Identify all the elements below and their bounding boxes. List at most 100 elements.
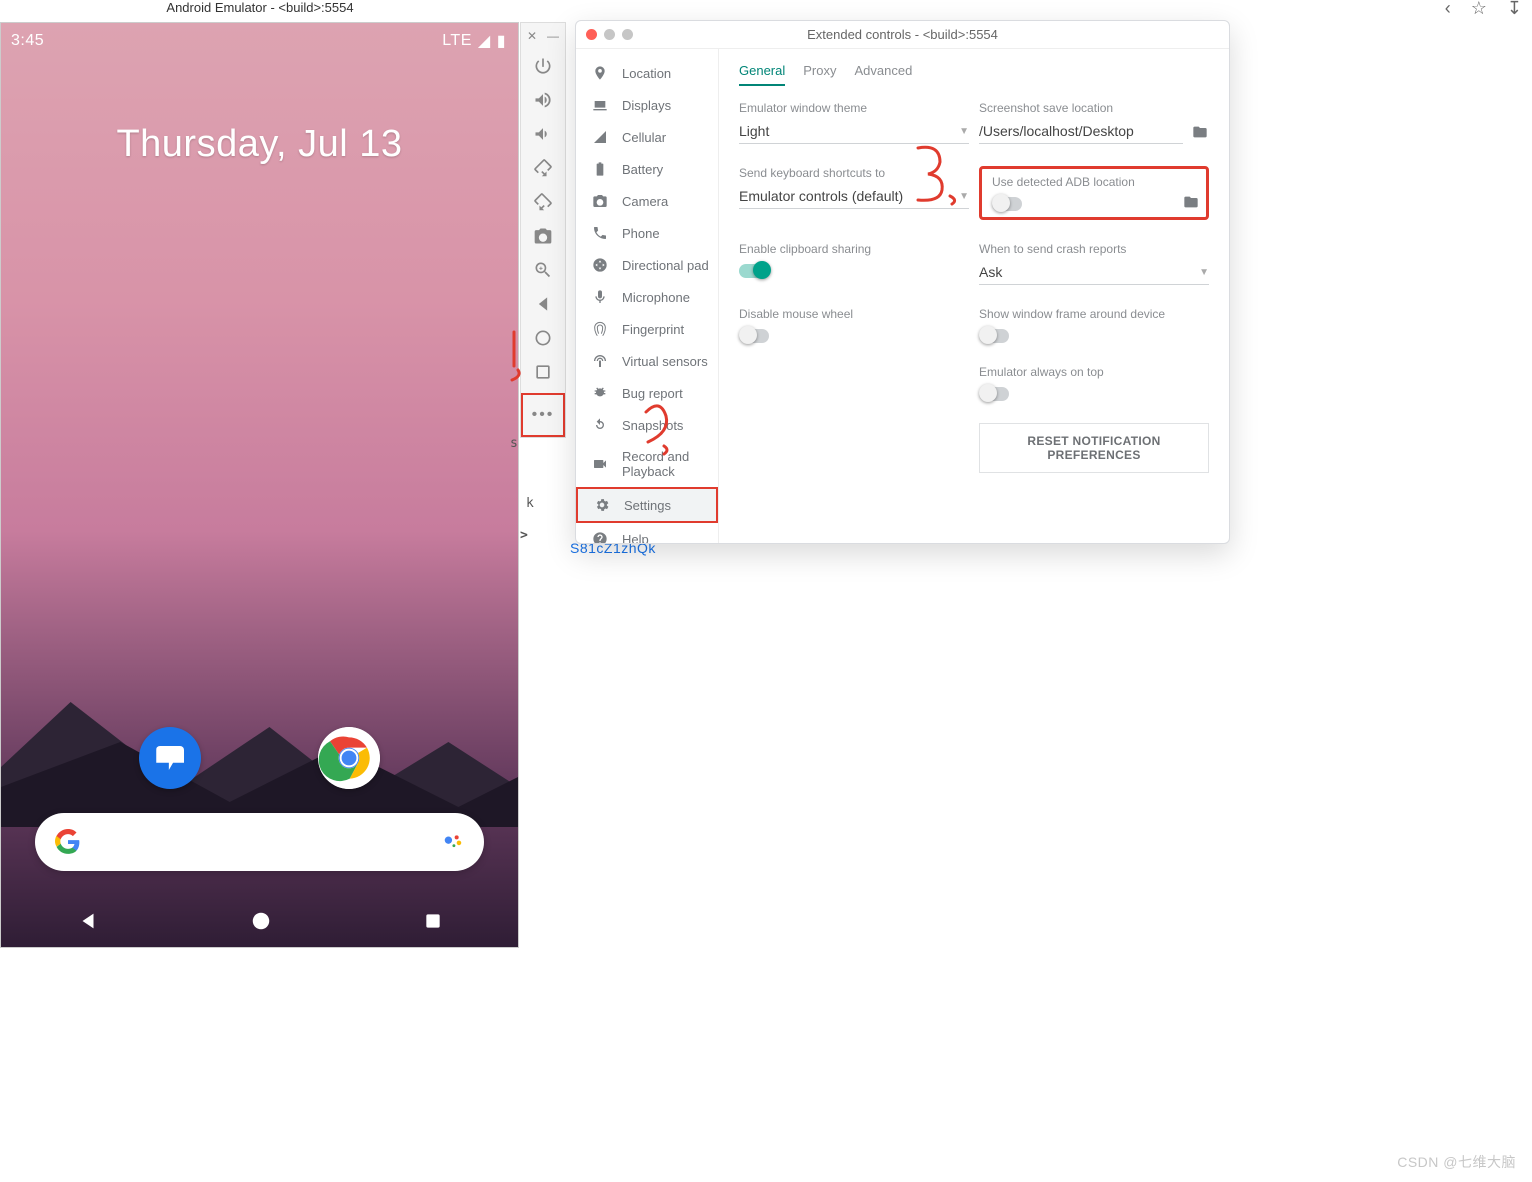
- nav-item-directional-pad[interactable]: Directional pad: [576, 249, 718, 281]
- clipboard-toggle[interactable]: [739, 264, 769, 278]
- google-search-pill[interactable]: [35, 813, 484, 871]
- window-titlebar[interactable]: Extended controls - <build>:5554: [576, 21, 1229, 49]
- android-navbar: [1, 895, 518, 947]
- signal-icon: ◢: [478, 31, 491, 51]
- nav-item-displays[interactable]: Displays: [576, 89, 718, 121]
- shortcuts-value: Emulator controls (default): [739, 188, 903, 204]
- frame-toggle[interactable]: [979, 329, 1009, 343]
- frame-label: Show window frame around device: [979, 307, 1209, 321]
- mic-icon: [592, 289, 608, 305]
- nav-back-icon[interactable]: [77, 910, 99, 932]
- minimize-icon[interactable]: —: [547, 29, 559, 43]
- nav-label: Settings: [624, 498, 671, 513]
- tab-general[interactable]: General: [739, 63, 785, 86]
- camera-icon[interactable]: [526, 219, 560, 253]
- minimize-window-icon[interactable]: [604, 29, 615, 40]
- nav-item-bug-report[interactable]: Bug report: [576, 377, 718, 409]
- tab-proxy[interactable]: Proxy: [803, 63, 836, 86]
- folder-icon[interactable]: [1182, 194, 1200, 210]
- field-theme: Emulator window theme Light▼: [739, 101, 969, 144]
- rotate-left-icon[interactable]: [526, 151, 560, 185]
- nav-label: Help: [622, 532, 649, 544]
- volume-up-icon[interactable]: [526, 83, 560, 117]
- browser-window-icons: ‹ ☆ ↧: [1445, 0, 1522, 19]
- close-window-icon[interactable]: [586, 29, 597, 40]
- home-nav-icon[interactable]: [526, 321, 560, 355]
- crash-dropdown[interactable]: Ask▼: [979, 260, 1209, 285]
- gear-icon: [594, 497, 610, 513]
- rotate-right-icon[interactable]: [526, 185, 560, 219]
- nav-item-fingerprint[interactable]: Fingerprint: [576, 313, 718, 345]
- screenshot-path-value: /Users/localhost/Desktop: [979, 123, 1134, 139]
- adb-toggle[interactable]: [992, 197, 1022, 211]
- screenshot-path-input[interactable]: /Users/localhost/Desktop: [979, 119, 1183, 144]
- reset-notifications-button[interactable]: RESET NOTIFICATION PREFERENCES: [979, 423, 1209, 473]
- tab-advanced[interactable]: Advanced: [854, 63, 912, 86]
- nav-label: Virtual sensors: [622, 354, 708, 369]
- nav-item-snapshots[interactable]: Snapshots: [576, 409, 718, 441]
- zoom-in-icon[interactable]: [526, 253, 560, 287]
- nav-item-record-and-playback[interactable]: Record and Playback: [576, 441, 718, 487]
- field-clipboard: Enable clipboard sharing: [739, 242, 969, 285]
- nav-item-virtual-sensors[interactable]: Virtual sensors: [576, 345, 718, 377]
- mouse-toggle[interactable]: [739, 329, 769, 343]
- chrome-app-icon[interactable]: [318, 727, 380, 789]
- theme-value: Light: [739, 123, 769, 139]
- finger-icon: [592, 321, 608, 337]
- ontop-label: Emulator always on top: [979, 365, 1209, 379]
- emulator-side-toolbar: ✕ — •••: [520, 22, 566, 438]
- nav-label: Record and Playback: [622, 449, 710, 479]
- nav-item-camera[interactable]: Camera: [576, 185, 718, 217]
- nav-label: Displays: [622, 98, 671, 113]
- nav-item-location[interactable]: Location: [576, 57, 718, 89]
- nav-home-icon[interactable]: [250, 910, 272, 932]
- bookmark-icon: ☆: [1471, 0, 1487, 19]
- theme-dropdown[interactable]: Light ▼: [739, 119, 969, 144]
- bug-icon: [592, 385, 608, 401]
- field-shortcuts: Send keyboard shortcuts to Emulator cont…: [739, 166, 969, 220]
- nav-overview-icon[interactable]: [423, 911, 443, 931]
- chevron-left-icon: ‹: [1445, 0, 1451, 19]
- video-icon: [592, 456, 608, 472]
- messages-app-icon[interactable]: [139, 727, 201, 789]
- emulator-window-title: Android Emulator - <build>:5554: [0, 0, 520, 22]
- traffic-lights[interactable]: [576, 29, 633, 40]
- assistant-icon: [442, 831, 464, 853]
- mouse-label: Disable mouse wheel: [739, 307, 969, 321]
- field-frame: Show window frame around device: [979, 307, 1209, 343]
- chevron-down-icon: ▼: [1199, 267, 1209, 278]
- camera-icon: [592, 193, 608, 209]
- nav-label: Microphone: [622, 290, 690, 305]
- more-controls-button[interactable]: •••: [521, 393, 565, 437]
- fragment-chevron: >: [520, 528, 528, 543]
- field-ontop: Emulator always on top: [979, 365, 1209, 401]
- nav-item-microphone[interactable]: Microphone: [576, 281, 718, 313]
- overview-nav-icon[interactable]: [526, 355, 560, 389]
- shortcuts-dropdown[interactable]: Emulator controls (default)▼: [739, 184, 969, 209]
- ontop-toggle[interactable]: [979, 387, 1009, 401]
- nav-item-cellular[interactable]: Cellular: [576, 121, 718, 153]
- status-bar: 3:45 LTE ◢ ▮: [1, 23, 518, 51]
- laptop-icon: [592, 97, 608, 113]
- nav-item-battery[interactable]: Battery: [576, 153, 718, 185]
- settings-pane: General Proxy Advanced Emulator window t…: [719, 49, 1229, 543]
- field-screenshot-location: Screenshot save location /Users/localhos…: [979, 101, 1209, 144]
- field-mouse: Disable mouse wheel: [739, 307, 969, 343]
- field-adb-location: Use detected ADB location: [979, 166, 1209, 220]
- close-icon[interactable]: ✕: [527, 29, 537, 43]
- phone-icon: [592, 225, 608, 241]
- nav-item-settings[interactable]: Settings: [576, 487, 718, 523]
- nav-label: Snapshots: [622, 418, 683, 433]
- volume-down-icon[interactable]: [526, 117, 560, 151]
- shortcuts-label: Send keyboard shortcuts to: [739, 166, 969, 180]
- chevron-down-icon: ▼: [959, 126, 969, 137]
- nav-item-phone[interactable]: Phone: [576, 217, 718, 249]
- sensors-icon: [592, 353, 608, 369]
- clipboard-label: Enable clipboard sharing: [739, 242, 969, 256]
- zoom-window-icon[interactable]: [622, 29, 633, 40]
- lockscreen-date: Thursday, Jul 13: [1, 123, 518, 166]
- nav-item-help[interactable]: Help: [576, 523, 718, 543]
- folder-icon[interactable]: [1191, 124, 1209, 140]
- back-nav-icon[interactable]: [526, 287, 560, 321]
- power-icon[interactable]: [526, 49, 560, 83]
